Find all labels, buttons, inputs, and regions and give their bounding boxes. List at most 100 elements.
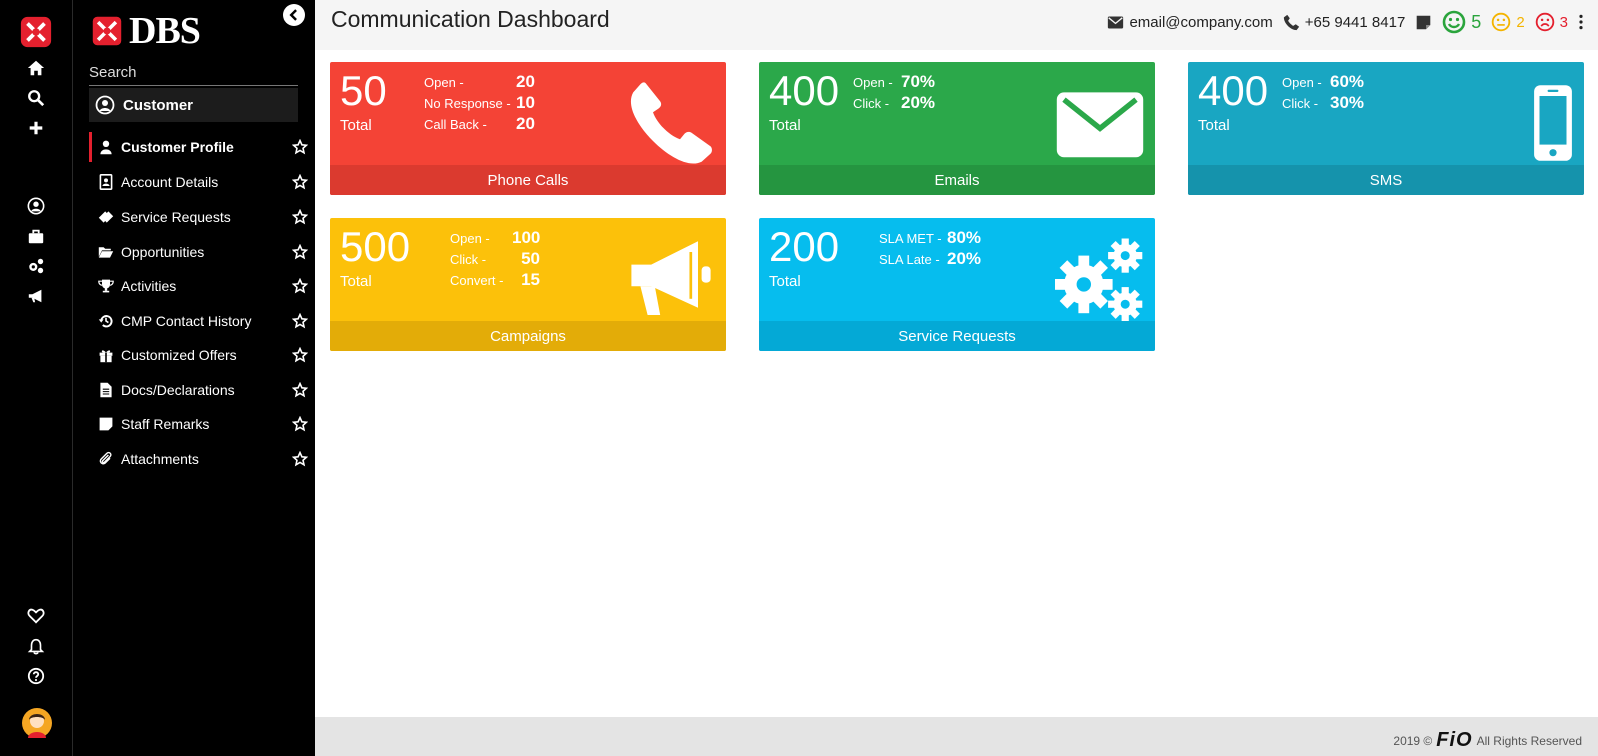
sidebar-item-service-requests[interactable]: Service Requests — [89, 202, 309, 232]
briefcase-icon[interactable] — [22, 224, 50, 248]
stat-row: Convert - 15 — [450, 270, 540, 291]
home-icon[interactable] — [22, 56, 50, 80]
envelope-icon — [1108, 16, 1124, 28]
sidebar-item-label: Docs/Declarations — [121, 382, 235, 398]
star-icon[interactable] — [291, 138, 309, 156]
stat-value: 60% — [1330, 72, 1365, 91]
stat-row: SLA MET - 80% — [879, 228, 981, 249]
mobile-phone-icon — [1528, 78, 1578, 168]
user-circle-icon[interactable] — [22, 194, 50, 218]
stat-label: Open - — [853, 75, 893, 90]
star-icon[interactable] — [291, 277, 309, 295]
phone-calls-stats: Open - 20 No Response - 10 Call Back - 20 — [424, 72, 535, 135]
gears-icon[interactable] — [22, 254, 50, 278]
star-icon[interactable] — [291, 450, 309, 468]
search-label[interactable]: Search — [89, 64, 137, 81]
neutral-rating[interactable]: 2 — [1491, 12, 1525, 32]
stat-label: Open - — [450, 231, 490, 246]
stat-label: Convert - — [450, 273, 504, 288]
sidebar-item-label: Customized Offers — [121, 347, 237, 363]
phone-calls-total-value: 50 — [340, 67, 387, 114]
sidebar-item-attachments[interactable]: Attachments — [89, 444, 309, 474]
plus-icon[interactable] — [22, 116, 50, 140]
star-icon[interactable] — [291, 312, 309, 330]
sidebar-item-account-details[interactable]: Account Details — [89, 167, 309, 197]
megaphone-icon — [626, 234, 716, 324]
envelope-icon — [1055, 78, 1145, 168]
happy-rating[interactable]: 5 — [1442, 10, 1481, 34]
sidebar-item-label: Opportunities — [121, 244, 205, 260]
total-label: Total — [340, 117, 372, 134]
gears-icon — [1055, 234, 1145, 324]
sidebar-item-cmp-contact-history[interactable]: CMP Contact History — [89, 306, 309, 336]
sidebar-item-label: Attachments — [121, 451, 199, 467]
star-icon[interactable] — [291, 173, 309, 191]
help-icon[interactable] — [22, 664, 50, 688]
phone-calls-card[interactable]: 50 Total Open - 20 No Response - 10 Call B… — [330, 62, 726, 195]
total-label: Total — [769, 117, 801, 134]
brand-logo[interactable]: DBS — [91, 12, 201, 50]
collapse-menu-button[interactable] — [283, 4, 305, 26]
stat-value: 30% — [1330, 93, 1365, 112]
stat-label: SLA Late - — [879, 252, 940, 267]
page-title: Communication Dashboard — [331, 6, 610, 32]
phone-icon — [1283, 14, 1299, 30]
megaphone-icon[interactable] — [22, 284, 50, 308]
chevron-left-icon — [289, 9, 297, 21]
emails-card[interactable]: 400 Total Open - 70% Click - 20% Emails — [759, 62, 1155, 195]
sidebar-item-activities[interactable]: Activities — [89, 271, 309, 301]
stat-value: 20% — [947, 249, 982, 268]
more-options-button[interactable] — [1578, 14, 1584, 30]
sidebar-item-label: Customer Profile — [121, 139, 234, 155]
copyright: 2019 © FiO All Rights Reserved — [1393, 729, 1582, 752]
stat-value: 20% — [901, 93, 936, 112]
search-icon[interactable] — [22, 86, 50, 110]
sidebar-item-docs-declarations[interactable]: Docs/Declarations — [89, 375, 309, 405]
stat-row: Open - 100 — [450, 228, 540, 249]
sidebar-item-opportunities[interactable]: Opportunities — [89, 237, 309, 267]
phone-contact[interactable]: +65 9441 8417 — [1283, 13, 1406, 31]
stat-row: Click - 30% — [1282, 93, 1364, 114]
email-contact[interactable]: email@company.com — [1107, 14, 1273, 31]
star-icon[interactable] — [291, 415, 309, 433]
stat-value: 50 — [521, 249, 540, 268]
emails-total-value: 400 — [769, 67, 840, 114]
gift-icon — [97, 346, 115, 364]
star-icon[interactable] — [291, 243, 309, 261]
stat-label: Open - — [1282, 75, 1322, 90]
stat-row: Open - 60% — [1282, 72, 1364, 93]
campaigns-card[interactable]: 500 Total Open - 100 Click - 50 Convert - 1… — [330, 218, 726, 351]
service-requests-card[interactable]: 200 Total SLA MET -80% SLA Late -20% Ser… — [759, 218, 1155, 351]
contact-info: email@company.com +65 9441 8417 5 2 3 — [1107, 10, 1584, 34]
stat-label: Click - — [853, 96, 890, 111]
sidebar-item-customer-profile[interactable]: Customer Profile — [89, 132, 309, 162]
stat-value: 100 — [512, 228, 541, 247]
sms-card[interactable]: 400 Total Open - 60% Click - 30% SMS — [1188, 62, 1584, 195]
customer-section[interactable]: Customer — [89, 88, 298, 122]
dbs-logo-icon[interactable] — [18, 14, 54, 50]
campaigns-stats: Open - 100 Click - 50 Convert - 15 — [450, 228, 540, 291]
star-icon[interactable] — [291, 381, 309, 399]
total-label: Total — [340, 273, 372, 290]
star-icon[interactable] — [291, 346, 309, 364]
paperclip-icon — [97, 450, 115, 468]
stat-label: Click - — [1282, 96, 1319, 111]
star-icon[interactable] — [291, 208, 309, 226]
heart-icon[interactable] — [22, 604, 50, 628]
sidebar-item-customized-offers[interactable]: Customized Offers — [89, 340, 309, 370]
page-footer: 2019 © FiO All Rights Reserved — [315, 717, 1598, 756]
trophy-icon — [97, 277, 115, 295]
sad-count: 3 — [1559, 13, 1568, 31]
dbs-star-icon — [92, 16, 122, 46]
more-vertical-icon — [1579, 14, 1583, 30]
bell-icon[interactable] — [22, 634, 50, 658]
user-circle-icon — [95, 95, 115, 115]
stat-row: Open - 70% — [853, 72, 935, 93]
sidebar-item-staff-remarks[interactable]: Staff Remarks — [89, 409, 309, 439]
sad-rating[interactable]: 3 — [1535, 12, 1568, 32]
folder-open-icon — [97, 243, 115, 261]
sidebar-item-label: Service Requests — [121, 209, 231, 225]
avatar[interactable] — [22, 708, 52, 738]
phone-number: +65 9441 8417 — [1304, 13, 1406, 31]
notes-button[interactable] — [1415, 14, 1432, 31]
